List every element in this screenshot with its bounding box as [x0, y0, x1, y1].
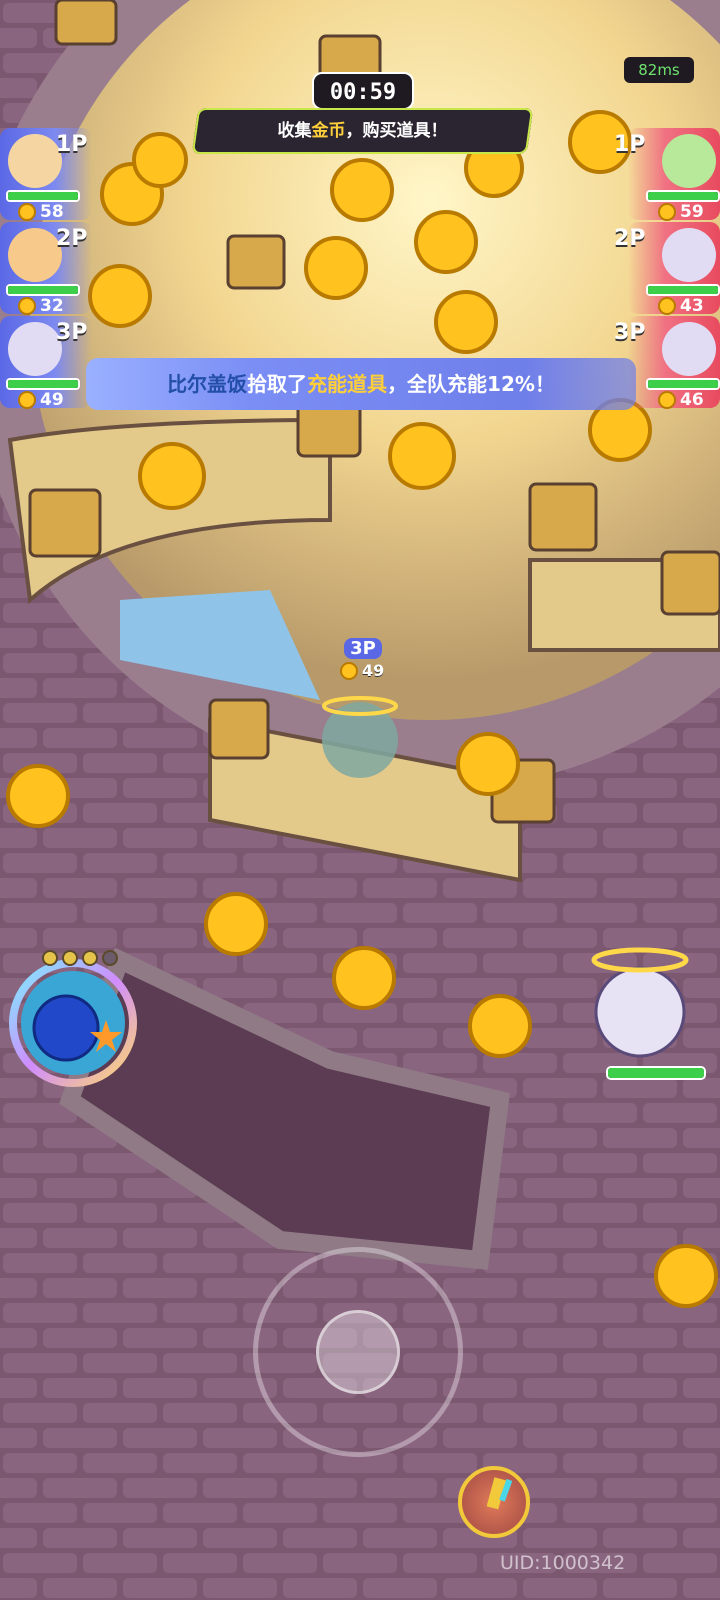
ally-avatar	[8, 228, 62, 282]
enemy-health-bar	[606, 1066, 706, 1080]
player-id: 1P	[56, 132, 88, 157]
health-bar	[6, 284, 80, 296]
player-tag-label: 3P	[344, 638, 382, 659]
coin-count: 58	[40, 202, 64, 222]
joystick-knob[interactable]	[316, 1310, 400, 1394]
enemy-card-1p[interactable]: 1P 59	[614, 128, 720, 222]
player-id: 2P	[56, 226, 88, 251]
event-verb: 拾取了	[247, 372, 308, 396]
coin-icon	[340, 661, 358, 680]
ally-avatar	[8, 134, 62, 188]
item-torch-icon	[486, 1477, 513, 1510]
player-coin-count: 49	[362, 661, 385, 680]
objective-prefix: 收集	[277, 121, 312, 141]
ally-card-3p[interactable]: 3P 49	[0, 316, 92, 410]
ally-avatar	[8, 322, 62, 376]
health-bar	[646, 190, 720, 202]
team-event-banner: 比尔盖饭拾取了充能道具，全队充能12%！	[86, 358, 636, 410]
coin-icon	[658, 391, 676, 409]
player-id: 3P	[614, 320, 646, 345]
charge-dot	[42, 950, 58, 966]
coin-count: 59	[680, 202, 704, 222]
ally-card-1p[interactable]: 1P 58	[0, 128, 92, 222]
enemy-avatar	[662, 228, 716, 282]
user-id-label: UID:1000342	[500, 1552, 626, 1574]
player-id: 2P	[614, 226, 646, 251]
ping-indicator: 82ms	[624, 57, 694, 83]
event-suffix: ，全队充能12%！	[387, 372, 555, 396]
coin-count: 49	[40, 390, 64, 410]
enemy-card-2p[interactable]: 2P 43	[614, 222, 720, 316]
skill-button[interactable]	[8, 950, 138, 1088]
objective-suffix: ，购买道具！	[345, 121, 448, 141]
objective-banner: 收集金币，购买道具！	[191, 108, 534, 154]
match-timer: 00:59	[312, 72, 414, 110]
charge-dot	[82, 950, 98, 966]
coin-icon	[18, 297, 36, 315]
health-bar	[6, 378, 80, 390]
charge-dot	[102, 950, 118, 966]
movement-joystick[interactable]	[253, 1247, 463, 1457]
health-bar	[646, 284, 720, 296]
item-torch-button[interactable]	[458, 1466, 530, 1538]
match-timer-panel: 00:59 收集金币，购买道具！	[191, 72, 534, 164]
player-id: 3P	[56, 320, 88, 345]
ally-card-2p[interactable]: 2P 32	[0, 222, 92, 316]
event-item-name: 充能道具	[307, 372, 388, 396]
charge-dot	[62, 950, 78, 966]
health-bar	[6, 190, 80, 202]
enemy-avatar	[662, 322, 716, 376]
coin-icon	[18, 391, 36, 409]
coin-icon	[18, 203, 36, 221]
objective-highlight: 金币	[311, 121, 346, 141]
event-player-name: 比尔盖饭	[167, 372, 248, 396]
enemy-avatar	[662, 134, 716, 188]
player-id: 1P	[614, 132, 646, 157]
skill-orb-icon	[9, 959, 137, 1087]
player-overhead-tag: 3P 49	[340, 638, 396, 680]
health-bar	[646, 378, 720, 390]
coin-count: 46	[680, 390, 704, 410]
enemy-card-3p[interactable]: 3P 46	[614, 316, 720, 410]
coin-icon	[658, 297, 676, 315]
coin-count: 32	[40, 296, 64, 316]
coin-count: 43	[680, 296, 704, 316]
coin-icon	[658, 203, 676, 221]
skill-charge-dots	[42, 950, 118, 966]
